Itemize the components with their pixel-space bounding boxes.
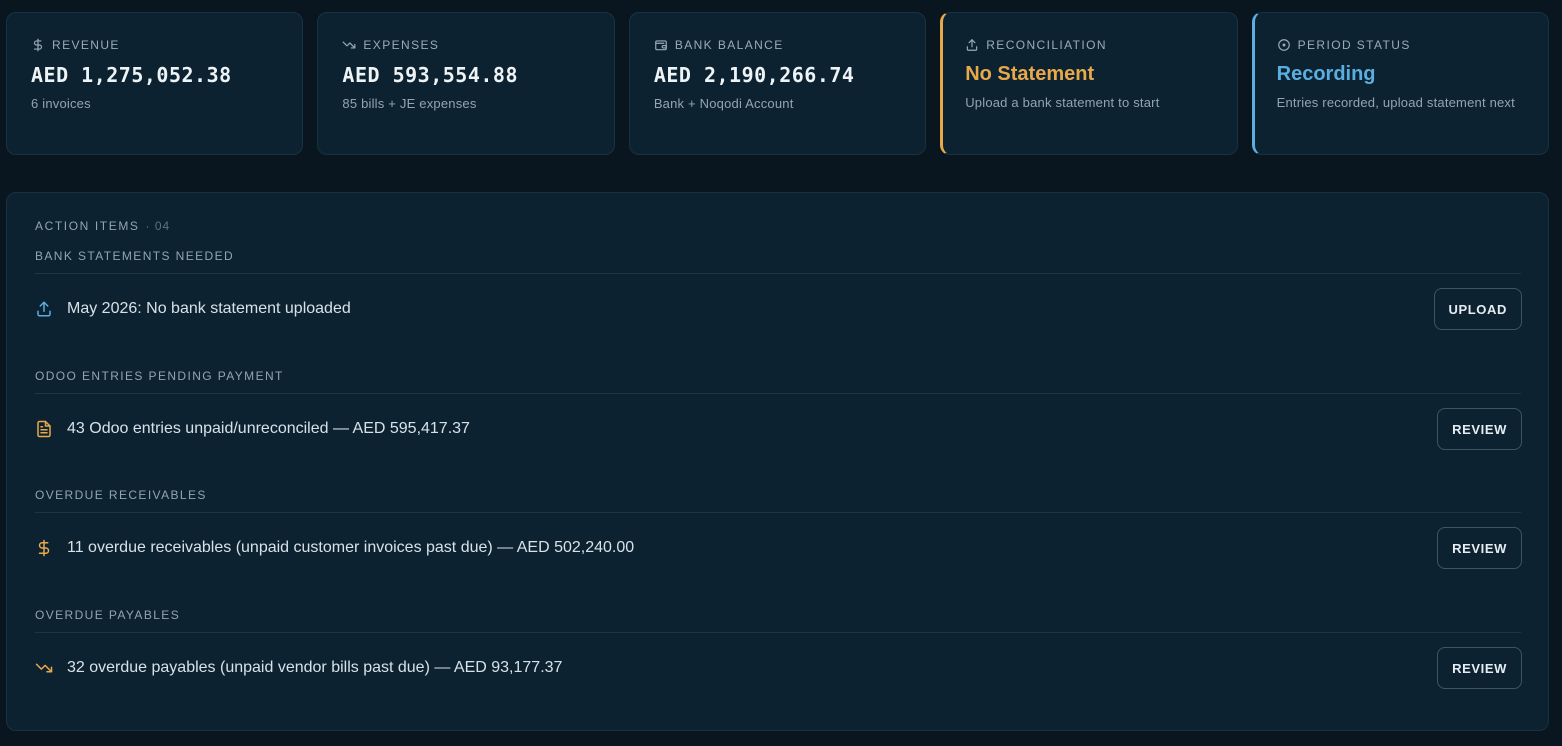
kpi-subtext: Bank + Noqodi Account — [653, 96, 794, 111]
kpi-label: REVENUE — [52, 38, 120, 52]
section-label: ODOO ENTRIES PENDING PAYMENT — [35, 369, 284, 383]
kpi-label: EXPENSES — [363, 38, 440, 52]
kpi-value: Recording — [1276, 63, 1376, 85]
action-item-text: 43 Odoo entries unpaid/unreconciled — AE… — [67, 420, 470, 437]
kpi-value: AED 593,554.88 — [342, 63, 518, 87]
kpi-row: REVENUE AED 1,275,052.38 6 invoices EXPE… — [6, 12, 1550, 155]
upload-button[interactable]: UPLOAD — [1433, 288, 1522, 330]
kpi-value: No Statement — [965, 63, 1095, 85]
action-items-count: · 04 — [145, 219, 171, 233]
kpi-label: PERIOD STATUS — [1297, 38, 1411, 52]
section-odoo-pending: ODOO ENTRIES PENDING PAYMENT 43 Odoo ent… — [35, 367, 1522, 464]
action-item: 32 overdue payables (unpaid vendor bills… — [35, 633, 1522, 703]
action-items-panel: ACTION ITEMS · 04 BANK STATEMENTS NEEDED … — [6, 192, 1549, 731]
upload-icon — [966, 39, 978, 51]
panel-title-text: ACTION ITEMS — [35, 219, 140, 233]
action-item: May 2026: No bank statement uploaded UPL… — [35, 274, 1522, 344]
wallet-icon — [654, 40, 667, 51]
action-item-text: 32 overdue payables (unpaid vendor bills… — [67, 659, 563, 676]
action-item: 11 overdue receivables (unpaid customer … — [35, 513, 1522, 583]
review-payables-button[interactable]: REVIEW — [1437, 647, 1522, 689]
kpi-label: BANK BALANCE — [674, 38, 784, 52]
section-label: OVERDUE RECEIVABLES — [35, 488, 207, 502]
section-overdue-receivables: OVERDUE RECEIVABLES 11 overdue receivabl… — [35, 486, 1522, 583]
review-receivables-button[interactable]: REVIEW — [1437, 527, 1522, 569]
upload-icon — [37, 301, 51, 317]
dollar-icon — [33, 38, 43, 52]
kpi-card-period-status: PERIOD STATUS Recording Entries recorded… — [1251, 12, 1550, 155]
action-item-text: 11 overdue receivables (unpaid customer … — [67, 539, 635, 556]
kpi-card-reconciliation: RECONCILIATION No Statement Upload a ban… — [940, 12, 1238, 155]
section-label: OVERDUE PAYABLES — [35, 608, 181, 622]
action-item: 43 Odoo entries unpaid/unreconciled — AE… — [35, 394, 1522, 464]
kpi-card-bank-balance: BANK BALANCE AED 2,190,266.74 Bank + Noq… — [628, 12, 927, 155]
clock-icon — [1277, 39, 1290, 51]
trending-down-icon — [35, 663, 53, 673]
kpi-value: AED 1,275,052.38 — [31, 63, 232, 87]
panel-title: ACTION ITEMS · 04 — [35, 219, 170, 233]
section-label: BANK STATEMENTS NEEDED — [35, 249, 235, 263]
kpi-card-revenue: REVENUE AED 1,275,052.38 6 invoices — [6, 12, 304, 155]
kpi-label: RECONCILIATION — [986, 38, 1107, 52]
section-bank-statements: BANK STATEMENTS NEEDED May 2026: No bank… — [35, 247, 1522, 344]
section-overdue-payables: OVERDUE PAYABLES 32 overdue payables (un… — [35, 606, 1522, 703]
dollar-icon — [38, 539, 50, 557]
kpi-value: AED 2,190,266.74 — [653, 63, 855, 87]
kpi-subtext: 6 invoices — [31, 96, 91, 111]
document-icon — [37, 420, 51, 438]
review-odoo-button[interactable]: REVIEW — [1437, 408, 1522, 450]
kpi-card-expenses: EXPENSES AED 593,554.88 85 bills + JE ex… — [317, 12, 615, 155]
trending-down-icon — [342, 41, 356, 49]
kpi-subtext: Upload a bank statement to start — [965, 95, 1160, 110]
kpi-subtext: 85 bills + JE expenses — [342, 96, 477, 111]
kpi-subtext: Entries recorded, upload statement next — [1276, 95, 1515, 110]
action-item-text: May 2026: No bank statement uploaded — [67, 300, 351, 317]
